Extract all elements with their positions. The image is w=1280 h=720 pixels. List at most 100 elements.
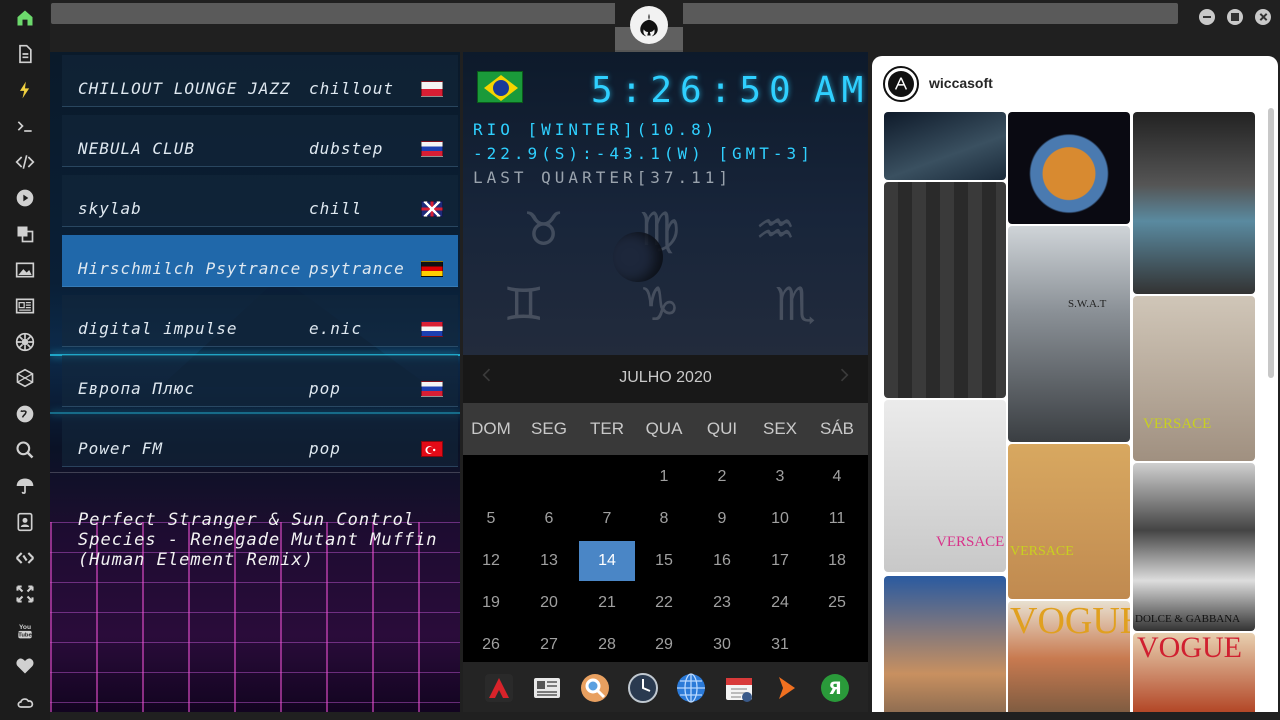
photo-caption: VERSACE [936,534,1005,550]
photo-versace-3[interactable]: VERSACE [1008,444,1130,599]
station-row[interactable]: Европа Плюс pop [62,355,458,407]
youtube-icon[interactable]: You Tube [13,618,37,642]
translate-icon[interactable] [13,222,37,246]
lightning-icon[interactable] [13,78,37,102]
calendar-day[interactable]: 22 [636,583,692,623]
expand-icon[interactable] [13,582,37,606]
calendar-day[interactable]: 29 [636,625,692,665]
calendar-header: JULHO 2020 [463,355,868,403]
photo-vogue-2[interactable]: VOGUE [1133,633,1255,712]
calendar-day[interactable]: 12 [463,541,519,581]
world-clock-widget: ♉ ♍ ♒ ♊ ♑ ♏ 5:26:50 AM RIO [WINTER](10.8… [463,52,868,355]
emblem-tab[interactable] [615,0,683,52]
calendar-day[interactable]: 23 [694,583,750,623]
hexagon-icon[interactable] [13,366,37,390]
home-icon[interactable] [13,6,37,30]
chevron-right-icon[interactable] [832,365,856,389]
calendar-day[interactable]: 9 [694,499,750,539]
weekday-header: SEG [531,419,567,438]
calendar-day[interactable]: 13 [521,541,577,581]
calendar-day[interactable]: 25 [809,583,865,623]
calendar-day[interactable]: 17 [752,541,808,581]
calendar-day[interactable]: 5 [463,499,519,539]
calendar-day[interactable]: 3 [752,457,808,497]
photo-vogue-1[interactable]: VOGUE [1008,601,1130,712]
station-row[interactable]: skylab chill [62,175,458,227]
feed-scrollbar[interactable] [1268,108,1274,378]
calendar-day[interactable]: 16 [694,541,750,581]
calendar-day[interactable]: 20 [521,583,577,623]
calendar-app-icon[interactable] [723,672,755,704]
rebel-alliance-icon [630,6,668,44]
photo-graffiti-icons[interactable] [884,182,1006,398]
avatar[interactable] [883,66,919,102]
calendar-day[interactable]: 24 [752,583,808,623]
heart-icon[interactable] [13,654,37,678]
galactic-empire-icon[interactable] [13,330,37,354]
calendar-day[interactable]: 26 [463,625,519,665]
calendar-day[interactable]: 27 [521,625,577,665]
umbrella-icon[interactable] [13,474,37,498]
station-genre: psytrance [309,259,405,278]
minimize-button[interactable] [1199,9,1215,25]
calendar-day[interactable]: 30 [694,625,750,665]
left-sidebar: You Tube [0,0,50,720]
image-icon[interactable] [13,258,37,282]
station-row[interactable]: NEBULA CLUB dubstep [62,115,458,167]
cloud-icon[interactable] [13,690,37,714]
calendar-day[interactable]: 15 [636,541,692,581]
calendar-day[interactable]: 31 [752,625,808,665]
photo-performer[interactable] [1133,112,1255,294]
station-row[interactable]: Hirschmilch Psytrance psytrance [62,235,458,287]
instagram-username[interactable]: wiccasoft [929,75,993,91]
photo-dolce-gabbana[interactable]: DOLCE & GABBANA [1133,463,1255,631]
clock-location: RIO [WINTER](10.8) [473,120,719,139]
play-icon[interactable] [13,186,37,210]
calendar-day[interactable]: 10 [752,499,808,539]
yandex-icon[interactable]: Я [819,672,851,704]
search-magnifier-icon[interactable] [579,672,611,704]
globe-browser-icon[interactable] [675,672,707,704]
arrow-app-icon[interactable] [771,672,803,704]
globe-icon[interactable] [13,402,37,426]
calendar-day[interactable]: 7 [579,499,635,539]
weekday-header: SEX [762,419,798,438]
photo-versace-1[interactable]: VERSACE [1133,296,1255,461]
calendar-day[interactable]: 19 [463,583,519,623]
maximize-button[interactable] [1227,9,1243,25]
news-icon[interactable] [13,294,37,318]
photo-models[interactable] [884,576,1006,712]
news-reader-icon[interactable] [531,672,563,704]
tag-icon[interactable] [13,546,37,570]
calendar-day[interactable]: 18 [809,541,865,581]
photo-swat[interactable]: S.W.A.T [1008,226,1130,442]
app-red-a-icon[interactable] [483,672,515,704]
calendar-day[interactable]: 4 [809,457,865,497]
brazil-flag-icon [477,71,523,103]
station-genre: pop [309,439,341,458]
search-icon[interactable] [13,438,37,462]
photo-planets[interactable] [884,112,1006,180]
calendar-day-today[interactable]: 14 [579,541,635,581]
photo-versace-2[interactable]: VERSACE [884,400,1006,572]
clock-app-icon[interactable] [627,672,659,704]
station-row[interactable]: CHILLOUT LOUNGE JAZZ chillout [62,55,458,107]
document-icon[interactable] [13,42,37,66]
calendar-day[interactable]: 6 [521,499,577,539]
calendar-day[interactable]: 1 [636,457,692,497]
terminal-icon[interactable] [13,114,37,138]
calendar-day[interactable]: 2 [694,457,750,497]
code-icon[interactable] [13,150,37,174]
calendar-day[interactable]: 21 [579,583,635,623]
station-row[interactable]: digital impulse e.nic [62,295,458,347]
calendar-month-label: JULHO 2020 [619,369,712,386]
close-button[interactable] [1255,9,1271,25]
desktop: You Tube CHILLOUT LOUNGE JAZZ chillout NEBU… [0,0,1280,720]
calendar-day[interactable]: 11 [809,499,865,539]
photo-earth[interactable] [1008,112,1130,224]
germany-flag-icon [421,261,443,277]
calendar-day[interactable]: 8 [636,499,692,539]
station-row[interactable]: Power FM pop [62,415,458,467]
calendar-day[interactable]: 28 [579,625,635,665]
contact-icon[interactable] [13,510,37,534]
